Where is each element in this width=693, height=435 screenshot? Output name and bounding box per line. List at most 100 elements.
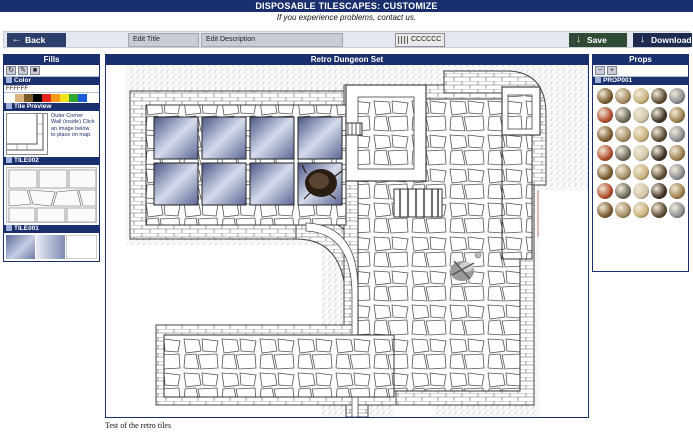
collapse-icon — [6, 157, 12, 163]
bones-prop-icon[interactable] — [614, 88, 631, 104]
back-label: Back — [25, 35, 46, 45]
color-swatch[interactable] — [42, 94, 51, 102]
map-description: Test of the retro tiles — [105, 421, 172, 430]
chest-prop-icon[interactable] — [632, 88, 649, 104]
grid-icon — [398, 36, 408, 44]
remove-icon[interactable]: − — [595, 66, 605, 75]
tile-group-label: TILE002 — [14, 157, 39, 164]
tile-thumb[interactable] — [66, 235, 97, 259]
tile-group-header-2[interactable]: TILE001 — [4, 225, 99, 233]
dagger-prop-icon[interactable] — [650, 145, 667, 161]
color-swatch[interactable] — [6, 94, 15, 102]
fill-icon[interactable]: ■ — [30, 66, 40, 75]
skeleton-prop-icon[interactable] — [632, 202, 649, 218]
tile-preview-image — [6, 113, 48, 155]
pentagram-prop-icon[interactable] — [596, 126, 613, 142]
tile-group-label: TILE001 — [14, 225, 39, 232]
toolbar: ← Back Edit Title Edit Description CCCCC… — [3, 31, 692, 48]
arrow-down-icon: ↓ — [576, 34, 581, 45]
add-icon[interactable]: + — [607, 66, 617, 75]
save-label: Save — [587, 35, 607, 45]
goblet-prop-icon[interactable] — [596, 202, 613, 218]
rotate-icon[interactable]: ↻ — [6, 66, 16, 75]
rat-prop-icon[interactable] — [650, 202, 667, 218]
background-color-field[interactable]: CCCCCC — [395, 33, 445, 47]
save-button[interactable]: ↓ Save — [569, 33, 627, 47]
map-panel: Retro Dungeon Set — [105, 54, 589, 418]
gem-prop-icon[interactable] — [632, 145, 649, 161]
prop-thumbnails — [593, 85, 688, 222]
tile-thumb[interactable] — [6, 235, 35, 259]
color-swatch[interactable] — [69, 94, 78, 102]
fills-title: Fills — [4, 55, 99, 65]
urn-prop-icon[interactable] — [596, 183, 613, 199]
color-swatch[interactable] — [15, 94, 24, 102]
scroll-prop-icon[interactable] — [632, 164, 649, 180]
tile-preview-text: Outer Corner Wall (inside) Click an imag… — [51, 113, 95, 139]
door-grate[interactable] — [393, 188, 443, 218]
fill-color-hex[interactable]: FFFFFF — [4, 85, 99, 93]
mushroom-prop-icon[interactable] — [614, 183, 631, 199]
page-subtitle: If you experience problems, contact us. — [0, 12, 693, 24]
contact-link[interactable]: contact us. — [377, 13, 416, 22]
tile-preview-label: Tile Preview — [14, 103, 52, 110]
tile-thumbnails-2 — [6, 235, 97, 259]
color-swatch[interactable] — [33, 94, 42, 102]
ghost-prop-icon[interactable] — [668, 183, 685, 199]
collapse-icon — [6, 103, 12, 109]
torch-prop-icon[interactable] — [650, 88, 667, 104]
bat-prop-icon[interactable] — [614, 164, 631, 180]
tile-thumbnails[interactable] — [6, 167, 97, 223]
tile-group-header-1[interactable]: TILE002 — [4, 157, 99, 165]
color-swatch[interactable] — [24, 94, 33, 102]
page-title: DISPOSABLE TILESCAPES: CUSTOMIZE — [0, 0, 693, 12]
collapse-icon — [6, 225, 12, 231]
props-title: Props — [593, 55, 688, 65]
sword-prop-icon[interactable] — [668, 88, 685, 104]
chest-2-prop-icon[interactable] — [614, 107, 631, 123]
map-canvas[interactable] — [106, 65, 588, 417]
arrow-down-icon: ↓ — [640, 34, 645, 45]
edit-description-button[interactable]: Edit Description — [201, 33, 343, 47]
map-title[interactable]: Retro Dungeon Set — [106, 55, 588, 65]
color-swatch[interactable] — [51, 94, 60, 102]
potion-prop-icon[interactable] — [668, 164, 685, 180]
tile-preview-header[interactable]: Tile Preview — [4, 103, 99, 111]
prop-group-header[interactable]: PROP001 — [593, 77, 688, 85]
bag-prop-icon[interactable] — [650, 183, 667, 199]
color-swatch[interactable] — [60, 94, 69, 102]
key-prop-icon[interactable] — [614, 202, 631, 218]
book-prop-icon[interactable] — [650, 164, 667, 180]
tile-thumb[interactable] — [36, 235, 65, 259]
color-swatches — [4, 93, 99, 103]
spiderweb-prop-icon[interactable] — [614, 126, 631, 142]
throne-prop-icon[interactable] — [668, 107, 685, 123]
pencil-icon[interactable]: ✎ — [18, 66, 28, 75]
statue-prop-icon[interactable] — [632, 126, 649, 142]
axe-prop-icon[interactable] — [668, 145, 685, 161]
weapon-rack-prop-icon[interactable] — [668, 126, 685, 142]
color-swatch[interactable] — [78, 94, 87, 102]
collapse-icon — [6, 77, 12, 83]
subtitle-text: If you experience problems, — [276, 13, 376, 22]
coins-prop-icon[interactable] — [668, 202, 685, 218]
skull-prop-icon[interactable] — [596, 88, 613, 104]
fills-toolbar: ↻ ✎ ■ — [4, 65, 99, 77]
shield-prop-icon[interactable] — [596, 145, 613, 161]
lantern-prop-icon[interactable] — [632, 183, 649, 199]
customize-page: DISPOSABLE TILESCAPES: CUSTOMIZE If you … — [0, 0, 693, 435]
rope-prop-icon[interactable] — [614, 145, 631, 161]
edit-title-button[interactable]: Edit Title — [128, 33, 199, 47]
collapse-icon — [595, 77, 601, 83]
color-section-header[interactable]: Color — [4, 77, 99, 85]
chair-prop-icon[interactable] — [650, 126, 667, 142]
back-button[interactable]: ← Back — [7, 33, 66, 47]
download-button[interactable]: ↓ Download — [633, 33, 692, 47]
crate-prop-icon[interactable] — [632, 107, 649, 123]
dungeon-map[interactable] — [106, 65, 588, 417]
table-prop-icon[interactable] — [650, 107, 667, 123]
props-toolbar: − + — [593, 65, 688, 77]
barrel-prop-icon[interactable] — [596, 107, 613, 123]
armor-prop-icon[interactable] — [596, 164, 613, 180]
color-section-label: Color — [14, 77, 31, 84]
